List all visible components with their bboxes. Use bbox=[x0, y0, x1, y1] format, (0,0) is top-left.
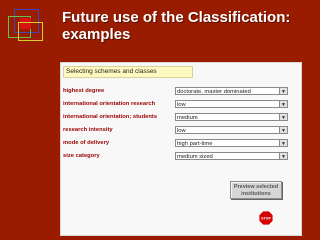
criterion-row: highest degree doctorate, master dominat… bbox=[63, 87, 295, 96]
logo-square-yellow bbox=[18, 22, 43, 41]
criterion-label: international orientation; students bbox=[63, 114, 158, 120]
chevron-down-icon[interactable]: ▼ bbox=[279, 88, 287, 94]
criterion-select-value: low bbox=[177, 128, 186, 134]
stop-sign-icon: STOP bbox=[258, 210, 274, 226]
slide-title-line1: Future use of the Classification: bbox=[62, 9, 291, 26]
slide-title: Future use of the Classification: exampl… bbox=[62, 9, 312, 43]
criterion-select[interactable]: low ▼ bbox=[175, 126, 288, 134]
criterion-row: size category medium sized ▼ bbox=[63, 152, 295, 161]
criterion-select-value: doctorate, master dominated bbox=[177, 89, 251, 95]
preview-button-line2: institutions bbox=[241, 191, 271, 197]
criterion-label: international orientation research bbox=[63, 101, 156, 107]
criterion-row: research intensity low ▼ bbox=[63, 126, 295, 135]
chevron-down-icon[interactable]: ▼ bbox=[279, 101, 287, 107]
slide: Future use of the Classification: exampl… bbox=[0, 0, 320, 240]
chevron-down-icon[interactable]: ▼ bbox=[279, 127, 287, 133]
criterion-select[interactable]: low ▼ bbox=[175, 100, 288, 108]
criterion-row: international orientation research low ▼ bbox=[63, 100, 295, 109]
criterion-select-value: medium bbox=[177, 115, 198, 121]
criterion-select[interactable]: doctorate, master dominated ▼ bbox=[175, 87, 288, 95]
criterion-row: international orientation; students medi… bbox=[63, 113, 295, 122]
criterion-select-value: high part-time bbox=[177, 141, 213, 147]
chevron-down-icon[interactable]: ▼ bbox=[279, 153, 287, 159]
chevron-down-icon[interactable]: ▼ bbox=[279, 140, 287, 146]
criterion-select-value: low bbox=[177, 102, 186, 108]
panel-header: Selecting schemes and classes bbox=[63, 66, 193, 78]
criterion-label: size category bbox=[63, 153, 100, 159]
criterion-label: highest degree bbox=[63, 88, 105, 94]
criterion-select[interactable]: medium sized ▼ bbox=[175, 152, 288, 160]
preview-selected-button[interactable]: Preview selected institutions bbox=[230, 181, 282, 199]
criterion-select-value: medium sized bbox=[177, 154, 213, 160]
criterion-label: research intensity bbox=[63, 127, 113, 133]
criterion-select[interactable]: high part-time ▼ bbox=[175, 139, 288, 147]
selection-panel: Selecting schemes and classes highest de… bbox=[60, 62, 302, 236]
criterion-select[interactable]: medium ▼ bbox=[175, 113, 288, 121]
stop-button[interactable]: STOP bbox=[258, 210, 274, 226]
chevron-down-icon[interactable]: ▼ bbox=[279, 114, 287, 120]
slide-title-line2: examples bbox=[62, 26, 131, 43]
criterion-label: mode of delivery bbox=[63, 140, 110, 146]
criterion-row: mode of delivery high part-time ▼ bbox=[63, 139, 295, 148]
stop-label: STOP bbox=[261, 217, 271, 221]
preview-button-line1: Preview selected bbox=[233, 184, 279, 190]
